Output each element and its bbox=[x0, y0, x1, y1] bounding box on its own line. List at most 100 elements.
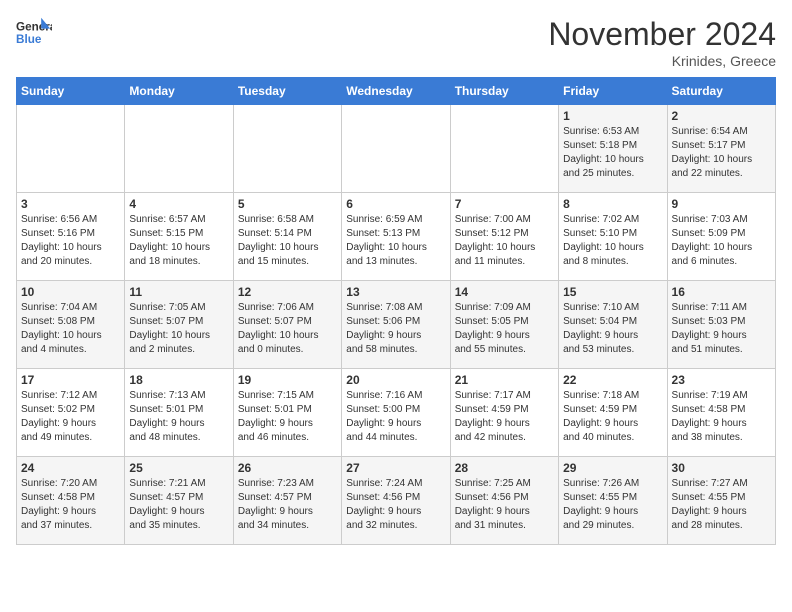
day-info: Sunrise: 6:54 AMSunset: 5:17 PMDaylight:… bbox=[672, 125, 771, 181]
day-number: 16 bbox=[672, 285, 771, 299]
day-number: 21 bbox=[455, 373, 554, 387]
day-number: 4 bbox=[129, 197, 228, 211]
logo-icon: General Blue bbox=[16, 16, 52, 52]
table-cell: 2 Sunrise: 6:54 AMSunset: 5:17 PMDaylight… bbox=[667, 105, 775, 193]
day-number: 25 bbox=[129, 461, 228, 475]
day-info: Sunrise: 7:10 AMSunset: 5:04 PMDaylight:… bbox=[563, 301, 662, 357]
day-info: Sunrise: 7:25 AMSunset: 4:56 PMDaylight:… bbox=[455, 477, 554, 533]
day-number: 19 bbox=[238, 373, 337, 387]
table-cell: 20 Sunrise: 7:16 AMSunset: 5:00 PMDayligh… bbox=[342, 369, 450, 457]
day-number: 17 bbox=[21, 373, 120, 387]
day-number: 28 bbox=[455, 461, 554, 475]
week-row-1: 1 Sunrise: 6:53 AMSunset: 5:18 PMDaylight… bbox=[17, 105, 776, 193]
table-cell: 22Sunrise: 7:18 AMSunset: 4:59 PMDayligh… bbox=[559, 369, 667, 457]
day-number: 7 bbox=[455, 197, 554, 211]
day-number: 14 bbox=[455, 285, 554, 299]
day-info: Sunrise: 7:04 AMSunset: 5:08 PMDaylight:… bbox=[21, 301, 120, 357]
week-row-3: 10 Sunrise: 7:04 AMSunset: 5:08 PMDayligh… bbox=[17, 281, 776, 369]
day-number: 1 bbox=[563, 109, 662, 123]
day-number: 29 bbox=[563, 461, 662, 475]
day-info: Sunrise: 6:53 AMSunset: 5:18 PMDaylight:… bbox=[563, 125, 662, 181]
table-cell: 5Sunrise: 6:58 AMSunset: 5:14 PMDaylight… bbox=[233, 193, 341, 281]
day-number: 2 bbox=[672, 109, 771, 123]
table-cell: 3 Sunrise: 6:56 AMSunset: 5:16 PMDaylight… bbox=[17, 193, 125, 281]
table-cell: 23 Sunrise: 7:19 AMSunset: 4:58 PMDayligh… bbox=[667, 369, 775, 457]
header-thursday: Thursday bbox=[450, 78, 558, 105]
day-info: Sunrise: 6:57 AMSunset: 5:15 PMDaylight:… bbox=[129, 213, 228, 269]
day-number: 13 bbox=[346, 285, 445, 299]
day-info: Sunrise: 7:08 AMSunset: 5:06 PMDaylight:… bbox=[346, 301, 445, 357]
table-cell bbox=[125, 105, 233, 193]
day-number: 6 bbox=[346, 197, 445, 211]
table-cell: 10 Sunrise: 7:04 AMSunset: 5:08 PMDayligh… bbox=[17, 281, 125, 369]
table-cell bbox=[17, 105, 125, 193]
week-row-4: 17 Sunrise: 7:12 AMSunset: 5:02 PMDayligh… bbox=[17, 369, 776, 457]
table-cell: 28 Sunrise: 7:25 AMSunset: 4:56 PMDayligh… bbox=[450, 457, 558, 545]
day-number: 10 bbox=[21, 285, 120, 299]
page-header: General Blue November 2024 Krinides, Gre… bbox=[16, 16, 776, 69]
day-info: Sunrise: 7:09 AMSunset: 5:05 PMDaylight:… bbox=[455, 301, 554, 357]
day-number: 8 bbox=[563, 197, 662, 211]
day-info: Sunrise: 7:11 AMSunset: 5:03 PMDaylight:… bbox=[672, 301, 771, 357]
day-info: Sunrise: 7:17 AMSunset: 4:59 PMDaylight:… bbox=[455, 389, 554, 445]
day-info: Sunrise: 7:03 AMSunset: 5:09 PMDaylight:… bbox=[672, 213, 771, 269]
header-wednesday: Wednesday bbox=[342, 78, 450, 105]
table-cell: 18 Sunrise: 7:13 AMSunset: 5:01 PMDayligh… bbox=[125, 369, 233, 457]
table-cell: 29 Sunrise: 7:26 AMSunset: 4:55 PMDayligh… bbox=[559, 457, 667, 545]
day-info: Sunrise: 7:19 AMSunset: 4:58 PMDaylight:… bbox=[672, 389, 771, 445]
table-cell: 15 Sunrise: 7:10 AMSunset: 5:04 PMDayligh… bbox=[559, 281, 667, 369]
table-cell: 19Sunrise: 7:15 AMSunset: 5:01 PMDayligh… bbox=[233, 369, 341, 457]
day-number: 23 bbox=[672, 373, 771, 387]
subtitle: Krinides, Greece bbox=[548, 53, 776, 69]
table-cell: 11 Sunrise: 7:05 AMSunset: 5:07 PMDayligh… bbox=[125, 281, 233, 369]
table-cell: 6 Sunrise: 6:59 AMSunset: 5:13 PMDaylight… bbox=[342, 193, 450, 281]
calendar-body: 1 Sunrise: 6:53 AMSunset: 5:18 PMDaylight… bbox=[17, 105, 776, 545]
day-info: Sunrise: 7:23 AMSunset: 4:57 PMDaylight:… bbox=[238, 477, 337, 533]
logo: General Blue bbox=[16, 16, 52, 52]
title-section: November 2024 Krinides, Greece bbox=[548, 16, 776, 69]
table-cell: 9Sunrise: 7:03 AMSunset: 5:09 PMDaylight… bbox=[667, 193, 775, 281]
table-cell: 24Sunrise: 7:20 AMSunset: 4:58 PMDayligh… bbox=[17, 457, 125, 545]
day-number: 3 bbox=[21, 197, 120, 211]
month-title: November 2024 bbox=[548, 16, 776, 53]
day-info: Sunrise: 7:06 AMSunset: 5:07 PMDaylight:… bbox=[238, 301, 337, 357]
header-row: SundayMondayTuesdayWednesdayThursdayFrid… bbox=[17, 78, 776, 105]
header-tuesday: Tuesday bbox=[233, 78, 341, 105]
day-number: 26 bbox=[238, 461, 337, 475]
day-info: Sunrise: 7:12 AMSunset: 5:02 PMDaylight:… bbox=[21, 389, 120, 445]
day-number: 20 bbox=[346, 373, 445, 387]
table-cell: 7Sunrise: 7:00 AMSunset: 5:12 PMDaylight… bbox=[450, 193, 558, 281]
day-number: 27 bbox=[346, 461, 445, 475]
day-number: 12 bbox=[238, 285, 337, 299]
table-cell: 8Sunrise: 7:02 AMSunset: 5:10 PMDaylight… bbox=[559, 193, 667, 281]
day-number: 15 bbox=[563, 285, 662, 299]
day-info: Sunrise: 6:56 AMSunset: 5:16 PMDaylight:… bbox=[21, 213, 120, 269]
table-cell bbox=[233, 105, 341, 193]
table-cell: 1 Sunrise: 6:53 AMSunset: 5:18 PMDaylight… bbox=[559, 105, 667, 193]
day-info: Sunrise: 7:05 AMSunset: 5:07 PMDaylight:… bbox=[129, 301, 228, 357]
day-info: Sunrise: 7:24 AMSunset: 4:56 PMDaylight:… bbox=[346, 477, 445, 533]
week-row-2: 3 Sunrise: 6:56 AMSunset: 5:16 PMDaylight… bbox=[17, 193, 776, 281]
week-row-5: 24Sunrise: 7:20 AMSunset: 4:58 PMDayligh… bbox=[17, 457, 776, 545]
table-cell: 13 Sunrise: 7:08 AMSunset: 5:06 PMDayligh… bbox=[342, 281, 450, 369]
calendar-table: SundayMondayTuesdayWednesdayThursdayFrid… bbox=[16, 77, 776, 545]
day-info: Sunrise: 7:26 AMSunset: 4:55 PMDaylight:… bbox=[563, 477, 662, 533]
table-cell: 17 Sunrise: 7:12 AMSunset: 5:02 PMDayligh… bbox=[17, 369, 125, 457]
day-info: Sunrise: 6:59 AMSunset: 5:13 PMDaylight:… bbox=[346, 213, 445, 269]
table-cell: 14 Sunrise: 7:09 AMSunset: 5:05 PMDayligh… bbox=[450, 281, 558, 369]
table-cell: 4 Sunrise: 6:57 AMSunset: 5:15 PMDaylight… bbox=[125, 193, 233, 281]
day-info: Sunrise: 7:18 AMSunset: 4:59 PMDaylight:… bbox=[563, 389, 662, 445]
table-cell: 12 Sunrise: 7:06 AMSunset: 5:07 PMDayligh… bbox=[233, 281, 341, 369]
table-cell: 26 Sunrise: 7:23 AMSunset: 4:57 PMDayligh… bbox=[233, 457, 341, 545]
day-number: 30 bbox=[672, 461, 771, 475]
day-info: Sunrise: 7:16 AMSunset: 5:00 PMDaylight:… bbox=[346, 389, 445, 445]
table-cell bbox=[450, 105, 558, 193]
day-info: Sunrise: 7:21 AMSunset: 4:57 PMDaylight:… bbox=[129, 477, 228, 533]
table-cell: 30Sunrise: 7:27 AMSunset: 4:55 PMDayligh… bbox=[667, 457, 775, 545]
day-number: 18 bbox=[129, 373, 228, 387]
day-info: Sunrise: 7:13 AMSunset: 5:01 PMDaylight:… bbox=[129, 389, 228, 445]
day-info: Sunrise: 7:20 AMSunset: 4:58 PMDaylight:… bbox=[21, 477, 120, 533]
header-friday: Friday bbox=[559, 78, 667, 105]
day-number: 11 bbox=[129, 285, 228, 299]
table-cell: 27 Sunrise: 7:24 AMSunset: 4:56 PMDayligh… bbox=[342, 457, 450, 545]
